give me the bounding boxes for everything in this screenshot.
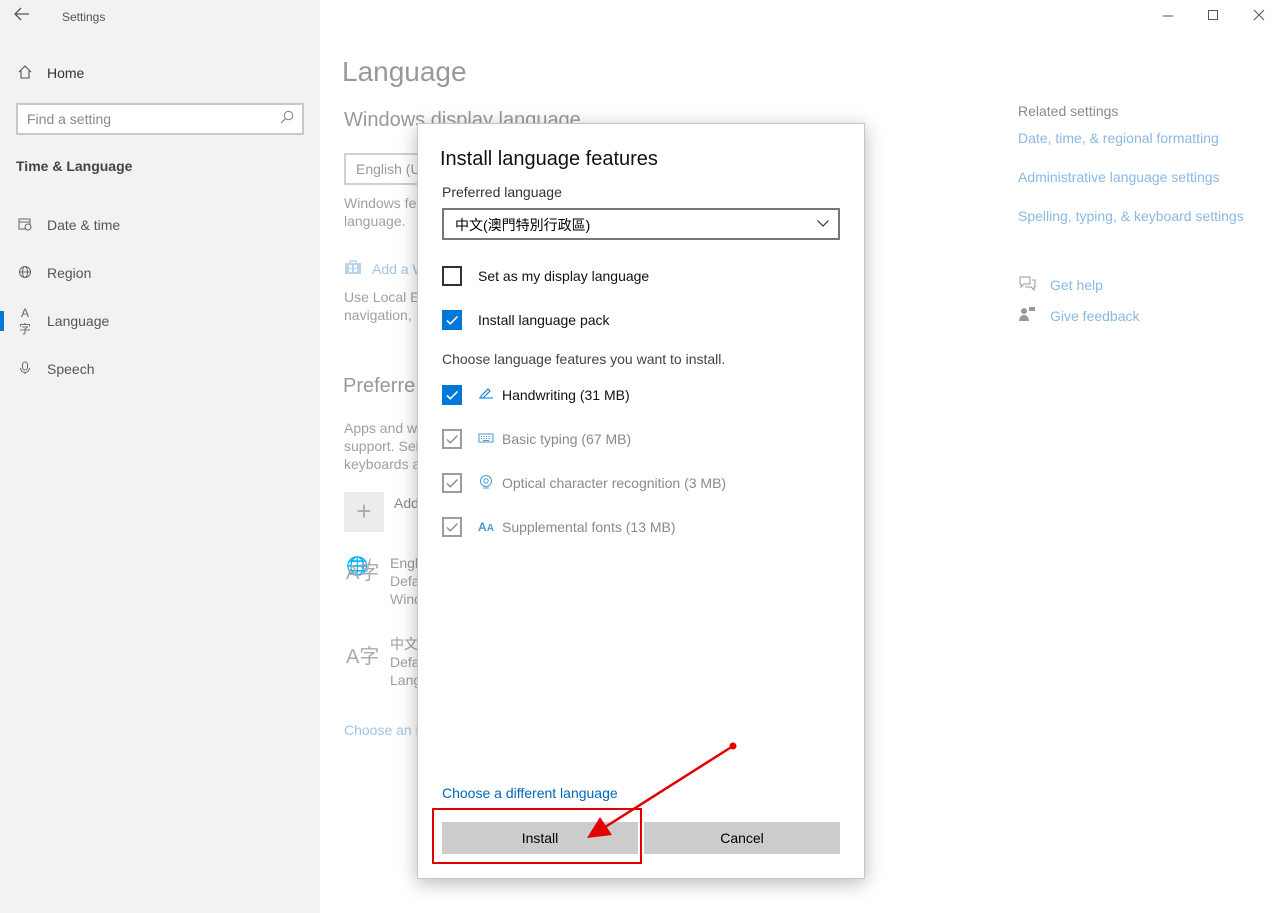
preferred-text-line: support. Sel [344, 438, 419, 454]
fonts-checkbox [442, 517, 462, 537]
feature-ocr: Optical character recognition (3 MB) [442, 472, 726, 494]
chevron-down-icon [816, 216, 830, 230]
choose-different-language-link[interactable]: Choose a different language [442, 785, 618, 801]
search-input[interactable] [18, 105, 258, 133]
local-text-line: Use Local Ex [344, 289, 427, 305]
add-language-label: Add [394, 495, 419, 511]
search-icon[interactable] [280, 110, 294, 124]
give-feedback-label: Give feedback [1050, 307, 1140, 324]
add-language-button[interactable]: + [344, 492, 384, 532]
sidebar-item-label: Region [47, 265, 92, 281]
pen-icon [478, 387, 494, 404]
ocr-eye-icon [478, 474, 494, 493]
related-link-spelling[interactable]: Spelling, typing, & keyboard settings [1018, 208, 1244, 224]
preferred-languages-heading: Preferre [343, 375, 416, 397]
back-arrow-icon[interactable] [14, 7, 34, 25]
handwriting-checkbox[interactable] [442, 385, 462, 405]
preferred-language-select[interactable]: 中文(澳門特別行政區) [442, 208, 840, 240]
local-text-line: navigation, [344, 307, 412, 323]
dialog-title: Install language features [440, 148, 658, 170]
globe-icon [17, 265, 33, 282]
option-label: Install language pack [478, 312, 610, 328]
add-windows-link[interactable]: Add a W [344, 259, 426, 278]
get-help-link[interactable]: Get help [1018, 275, 1103, 294]
sidebar-item-language[interactable]: A字 Language [0, 301, 320, 341]
features-label: Choose language features you want to ins… [442, 351, 726, 367]
sidebar-item-label: Date & time [47, 217, 121, 233]
display-text-line: Windows fe [344, 195, 417, 211]
font-icon: AA [478, 520, 494, 534]
sidebar-item-label: Language [47, 313, 110, 329]
sidebar-item-label: Speech [47, 361, 95, 377]
give-feedback-link[interactable]: Give feedback [1018, 306, 1140, 325]
related-link-date-time[interactable]: Date, time, & regional formatting [1018, 130, 1219, 146]
display-language-value: English (U [356, 161, 421, 177]
nav-home-label: Home [47, 65, 85, 81]
install-language-dialog: Install language features Preferred lang… [417, 123, 865, 879]
preferred-text: Apps and w support. Sel keyboards a [344, 419, 420, 473]
sidebar-item-region[interactable]: Region [0, 253, 320, 293]
language-glyph-en: A字 [346, 562, 380, 584]
sidebar: Settings Home Time & Language Date & tim… [0, 0, 320, 913]
preferred-language-label: Preferred language [442, 184, 562, 200]
section-heading: Time & Language [16, 158, 133, 174]
highlight-box [432, 808, 642, 864]
store-icon [344, 259, 362, 278]
feature-label: Handwriting (31 MB) [502, 387, 630, 403]
nav-home[interactable]: Home [0, 53, 320, 93]
minimize-button[interactable] [1158, 8, 1178, 26]
get-help-label: Get help [1050, 276, 1103, 293]
choose-input-link[interactable]: Choose an i [344, 722, 419, 738]
close-button[interactable] [1249, 8, 1269, 26]
language-pack-checkbox[interactable] [442, 310, 462, 330]
language-icon: A字 [18, 305, 31, 336]
feature-handwriting[interactable]: Handwriting (31 MB) [442, 384, 630, 406]
option-label: Set as my display language [478, 268, 650, 284]
calendar-clock-icon [17, 217, 33, 234]
app-title: Settings [62, 10, 106, 24]
sidebar-item-date-time[interactable]: Date & time [0, 205, 320, 245]
display-language-checkbox[interactable] [442, 266, 462, 286]
related-settings-title: Related settings [1018, 103, 1119, 119]
feature-basic-typing: Basic typing (67 MB) [442, 428, 631, 450]
display-language-text: Windows fe language. [344, 194, 416, 230]
preferred-language-value: 中文(澳門特別行政區) [455, 217, 591, 233]
home-icon [17, 64, 33, 82]
preferred-text-line: keyboards a [344, 456, 421, 472]
feature-label: Supplemental fonts (13 MB) [502, 519, 676, 535]
display-text-line: language. [344, 213, 406, 229]
feature-label: Optical character recognition (3 MB) [502, 475, 727, 491]
feature-label: Basic typing (67 MB) [502, 431, 632, 447]
ocr-checkbox [442, 473, 462, 493]
page-title: Language [342, 56, 467, 87]
keyboard-icon [478, 432, 494, 447]
language-pack-option[interactable]: Install language pack [442, 309, 610, 331]
basic-typing-checkbox [442, 429, 462, 449]
language-glyph-zh: A字 [346, 646, 380, 668]
search-box[interactable] [16, 103, 304, 135]
chat-help-icon [1018, 275, 1036, 294]
preferred-text-line: Apps and w [344, 420, 418, 436]
maximize-button[interactable] [1203, 8, 1223, 26]
cancel-button[interactable]: Cancel [644, 822, 840, 854]
local-experience-text: Use Local Ex navigation, [344, 288, 426, 324]
related-link-admin[interactable]: Administrative language settings [1018, 169, 1220, 185]
microphone-icon [17, 361, 33, 378]
display-language-option[interactable]: Set as my display language [442, 265, 649, 287]
active-indicator [0, 311, 4, 331]
sidebar-item-speech[interactable]: Speech [0, 349, 320, 389]
feedback-person-icon [1018, 306, 1036, 325]
feature-fonts: AA Supplemental fonts (13 MB) [442, 516, 676, 538]
